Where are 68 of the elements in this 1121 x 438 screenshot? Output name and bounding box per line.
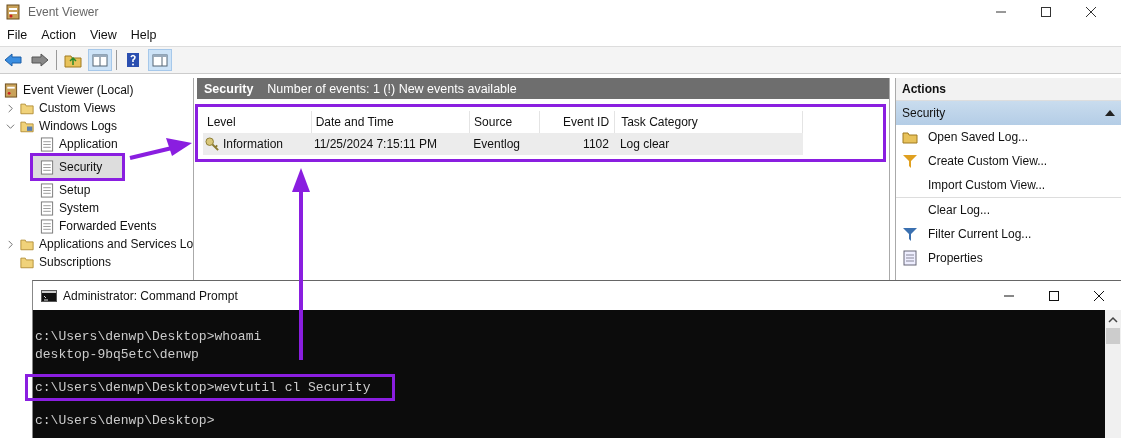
tree-item[interactable]: Setup <box>0 181 94 199</box>
window-title: Administrator: Command Prompt <box>63 288 238 303</box>
tree-item[interactable]: Application <box>0 135 121 153</box>
arrow <box>129 138 192 160</box>
tree-item[interactable]: Security <box>30 153 126 181</box>
table-cell: Information <box>223 137 284 151</box>
log-icon <box>40 159 54 175</box>
tree-item[interactable]: Custom Views <box>0 99 119 117</box>
close-icon[interactable] <box>1093 289 1105 302</box>
folder-icon <box>20 100 34 116</box>
key-icon <box>205 136 220 152</box>
menu-item[interactable]: Help <box>130 28 157 42</box>
collapse-icon[interactable] <box>1105 109 1115 117</box>
console-icon <box>41 289 57 302</box>
table-cell-text: Eventlog <box>472 137 521 151</box>
back-arrow-icon[interactable] <box>2 50 24 70</box>
tree-item[interactable]: Applications and Services Lo <box>0 235 193 253</box>
log-title: Security <box>204 81 254 96</box>
console-line: c:\Users\denwp\Desktop> <box>34 411 216 430</box>
folder-icon <box>20 236 34 252</box>
tree-item[interactable]: Subscriptions <box>0 253 115 271</box>
command-item[interactable]: Properties <box>896 246 1121 270</box>
console-line: desktop-9bq5etc\denwp <box>34 345 200 364</box>
properties-icon <box>902 250 918 266</box>
chevron-down-icon[interactable] <box>6 121 15 131</box>
funnel-icon <box>902 153 918 169</box>
command-item[interactable]: Clear Log... <box>896 197 1121 222</box>
forward-arrow-icon[interactable] <box>29 50 51 70</box>
scrollbar[interactable] <box>1105 310 1121 438</box>
command-item[interactable]: Filter Current Log... <box>896 222 1121 246</box>
table-cell-text: 11/25/2024 7:15:11 PM <box>312 137 438 151</box>
menu-item[interactable]: Action <box>41 28 76 42</box>
log-icon <box>40 136 54 152</box>
table-cell-text: Log clear <box>618 137 671 151</box>
pane-icon[interactable] <box>149 50 171 70</box>
command-item[interactable]: Create Custom View... <box>896 149 1121 173</box>
log-icon <box>40 182 54 198</box>
pane-icon[interactable] <box>89 50 111 70</box>
section-header[interactable]: Security <box>896 101 1121 125</box>
chevron-right-icon[interactable] <box>6 103 15 113</box>
tree-item[interactable]: Windows Logs <box>0 117 121 135</box>
tree-item[interactable]: System <box>0 199 102 217</box>
folder-icon <box>20 118 34 134</box>
command-item[interactable]: Open Saved Log... <box>896 125 1121 149</box>
log-summary: Number of events: 1 (!) New events available <box>267 81 517 96</box>
folder-icon <box>20 254 34 270</box>
scroll-thumb[interactable] <box>1106 328 1120 344</box>
actions-title: Actions <box>896 78 1121 101</box>
funnel-icon <box>902 226 918 242</box>
event-row[interactable]: Information 11/25/2024 7:15:11 PM Eventlog 1102 Log clear <box>203 133 803 155</box>
maximize-icon[interactable] <box>1048 289 1060 302</box>
chevron-right-icon[interactable] <box>6 239 15 249</box>
table-cell-text: 1102 <box>582 137 610 151</box>
event-log-icon <box>6 4 20 20</box>
scroll-up-icon[interactable] <box>1108 316 1118 324</box>
command-item[interactable]: Import Custom View... <box>896 173 1121 197</box>
maximize-icon[interactable] <box>1040 6 1052 18</box>
event-log-icon <box>4 82 18 98</box>
menu-item[interactable]: File <box>7 28 28 42</box>
window-title: Event Viewer <box>28 5 99 19</box>
tree-item[interactable]: Forwarded Events <box>0 217 160 235</box>
log-icon <box>40 218 54 234</box>
menu-item[interactable]: View <box>89 28 117 42</box>
console-line: c:\Users\denwp\Desktop>whoami <box>34 327 263 346</box>
folder-icon <box>902 129 918 145</box>
close-icon[interactable] <box>1085 6 1097 18</box>
tree-item[interactable]: Event Viewer (Local) <box>0 81 137 99</box>
log-icon <box>40 200 54 216</box>
